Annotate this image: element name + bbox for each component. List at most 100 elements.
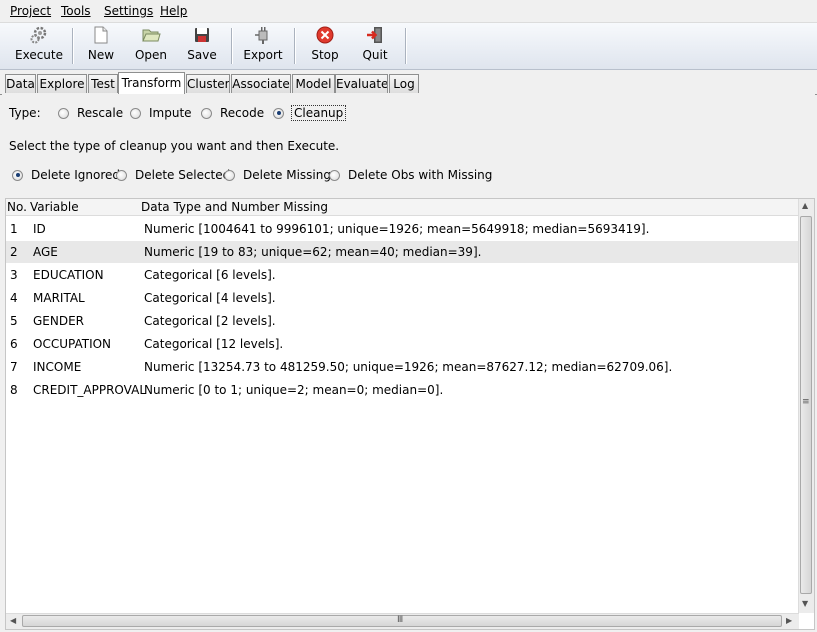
open-label: Open xyxy=(134,48,168,62)
scroll-up-arrow-icon[interactable]: ▲ xyxy=(802,201,808,210)
row-variable: OCCUPATION xyxy=(33,337,112,351)
header-no[interactable]: No. xyxy=(7,200,27,214)
row-no: 6 xyxy=(10,337,18,351)
tab-explore[interactable]: Explore xyxy=(37,74,87,93)
grip-icon: ≡ xyxy=(802,397,810,407)
new-button[interactable]: New xyxy=(83,25,119,67)
header-variable[interactable]: Variable xyxy=(30,200,79,214)
tab-associate[interactable]: Associate xyxy=(231,74,291,93)
row-info: Numeric [13254.73 to 481259.50; unique=1… xyxy=(144,360,673,374)
gears-icon xyxy=(30,26,47,44)
type-label: Type: xyxy=(9,106,41,120)
row-info: Categorical [12 levels]. xyxy=(144,337,284,351)
menu-tools[interactable]: Tools xyxy=(61,4,91,18)
horizontal-scroll-thumb[interactable]: Ⅲ xyxy=(22,615,782,627)
tab-model[interactable]: Model xyxy=(292,74,335,93)
row-info: Categorical [6 levels]. xyxy=(144,268,276,282)
toolbar-separator xyxy=(231,28,232,64)
radio-dot xyxy=(130,107,141,119)
table-header: No. Variable Data Type and Number Missin… xyxy=(6,199,799,216)
radio-dot xyxy=(58,107,69,119)
table-row-selected[interactable]: 2 AGE Numeric [19 to 83; unique=62; mean… xyxy=(6,241,799,263)
radio-dot-selected xyxy=(12,169,23,181)
export-label: Export xyxy=(243,48,283,62)
radio-delete-selected[interactable]: Delete Selected xyxy=(116,168,230,182)
header-data-type[interactable]: Data Type and Number Missing xyxy=(141,200,328,214)
menu-settings[interactable]: Settings xyxy=(104,4,153,18)
instruction-text: Select the type of cleanup you want and … xyxy=(9,139,340,153)
row-info: Categorical [4 levels]. xyxy=(144,291,276,305)
radio-delete-obs-with-missing-label: Delete Obs with Missing xyxy=(348,168,493,182)
row-variable: EDUCATION xyxy=(33,268,104,282)
table-row[interactable]: 6 OCCUPATION Categorical [12 levels]. xyxy=(6,333,799,355)
vertical-scrollbar[interactable]: ▲ ≡ ▼ xyxy=(798,199,814,613)
menu-bar: Project Tools Settings Help xyxy=(0,0,817,23)
transform-panel: Type: Rescale Impute Recode Cleanup Sele… xyxy=(2,94,815,630)
radio-delete-ignored[interactable]: Delete Ignored xyxy=(12,168,120,182)
radio-cleanup-label: Cleanup xyxy=(290,105,347,121)
row-no: 5 xyxy=(10,314,18,328)
scroll-down-arrow-icon[interactable]: ▼ xyxy=(802,599,808,608)
row-no: 8 xyxy=(10,383,18,397)
scroll-right-arrow-icon[interactable]: ▶ xyxy=(786,616,792,625)
grip-icon: Ⅲ xyxy=(397,615,404,625)
menu-project[interactable]: Project xyxy=(10,4,51,18)
row-variable: MARITAL xyxy=(33,291,85,305)
radio-dot xyxy=(329,169,340,181)
tab-bar: Data Explore Test Transform Cluster Asso… xyxy=(0,72,817,95)
tab-test[interactable]: Test xyxy=(88,74,118,93)
open-button[interactable]: Open xyxy=(132,25,170,67)
menu-help[interactable]: Help xyxy=(160,4,187,18)
radio-recode[interactable]: Recode xyxy=(201,106,264,120)
export-plug-icon xyxy=(255,27,268,44)
row-no: 2 xyxy=(10,245,18,259)
row-info: Categorical [2 levels]. xyxy=(144,314,276,328)
table-row[interactable]: 1 ID Numeric [1004641 to 9996101; unique… xyxy=(6,218,799,240)
table-row[interactable]: 4 MARITAL Categorical [4 levels]. xyxy=(6,287,799,309)
radio-impute[interactable]: Impute xyxy=(130,106,192,120)
variables-table[interactable]: No. Variable Data Type and Number Missin… xyxy=(5,198,815,630)
stop-label: Stop xyxy=(311,48,339,62)
quit-label: Quit xyxy=(362,48,388,62)
tab-cluster[interactable]: Cluster xyxy=(186,74,230,93)
radio-delete-missing[interactable]: Delete Missing xyxy=(224,168,331,182)
row-info: Numeric [0 to 1; unique=2; mean=0; media… xyxy=(144,383,444,397)
tab-data[interactable]: Data xyxy=(5,74,36,93)
execute-button[interactable]: Execute xyxy=(14,25,64,67)
save-button[interactable]: Save xyxy=(184,25,220,67)
row-variable: GENDER xyxy=(33,314,85,328)
folder-open-icon xyxy=(142,29,161,42)
exit-door-icon xyxy=(367,27,382,43)
row-info: Numeric [1004641 to 9996101; unique=1926… xyxy=(144,222,650,236)
radio-delete-ignored-label: Delete Ignored xyxy=(31,168,121,182)
row-no: 4 xyxy=(10,291,18,305)
execute-label: Execute xyxy=(15,48,63,62)
radio-rescale[interactable]: Rescale xyxy=(58,106,123,120)
tab-evaluate[interactable]: Evaluate xyxy=(335,74,388,93)
row-no: 7 xyxy=(10,360,18,374)
radio-dot-selected xyxy=(273,107,284,119)
radio-rescale-label: Rescale xyxy=(77,106,124,120)
tab-transform[interactable]: Transform xyxy=(118,72,185,94)
table-row[interactable]: 7 INCOME Numeric [13254.73 to 481259.50;… xyxy=(6,356,799,378)
stop-button[interactable]: Stop xyxy=(307,25,343,67)
vertical-scroll-thumb[interactable]: ≡ xyxy=(800,216,812,594)
row-no: 1 xyxy=(10,222,18,236)
scroll-left-arrow-icon[interactable]: ◀ xyxy=(10,616,16,625)
radio-dot xyxy=(201,107,212,119)
row-info: Numeric [19 to 83; unique=62; mean=40; m… xyxy=(144,245,482,259)
table-row[interactable]: 3 EDUCATION Categorical [6 levels]. xyxy=(6,264,799,286)
export-button[interactable]: Export xyxy=(243,25,283,67)
save-label: Save xyxy=(187,48,217,62)
tab-log[interactable]: Log xyxy=(389,74,419,93)
radio-delete-obs-with-missing[interactable]: Delete Obs with Missing xyxy=(329,168,492,182)
table-row[interactable]: 5 GENDER Categorical [2 levels]. xyxy=(6,310,799,332)
quit-button[interactable]: Quit xyxy=(358,25,392,67)
stop-icon xyxy=(316,26,334,44)
horizontal-scrollbar[interactable]: ◀ Ⅲ ▶ xyxy=(6,613,799,629)
radio-impute-label: Impute xyxy=(149,106,192,120)
table-row[interactable]: 8 CREDIT_APPROVAL Numeric [0 to 1; uniqu… xyxy=(6,379,799,401)
radio-cleanup[interactable]: Cleanup xyxy=(273,105,347,121)
row-variable: CREDIT_APPROVAL xyxy=(33,383,146,397)
toolbar-separator xyxy=(294,28,295,64)
